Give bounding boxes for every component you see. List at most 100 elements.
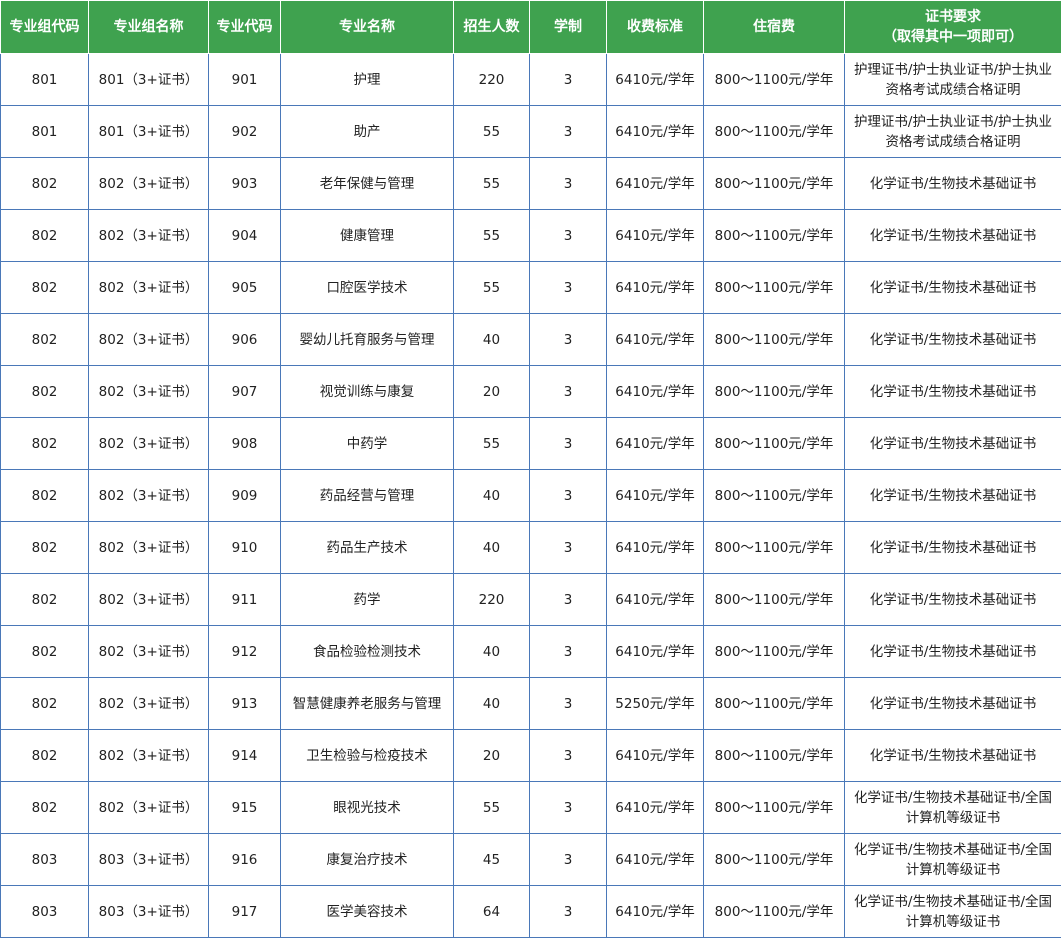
cell-duration: 3 — [530, 418, 607, 470]
cell-major-code: 914 — [209, 730, 281, 782]
cell-major-code: 903 — [209, 158, 281, 210]
header-cert-title: 证书要求 — [847, 7, 1059, 27]
table-row: 802802（3+证书）914卫生检验与检疫技术2036410元/学年800～1… — [1, 730, 1061, 782]
cell-lodging: 800～1100元/学年 — [704, 886, 845, 938]
cell-duration: 3 — [530, 626, 607, 678]
cell-cert: 化学证书/生物技术基础证书 — [845, 522, 1061, 574]
cell-group-name: 802（3+证书） — [89, 418, 209, 470]
table-row: 801801（3+证书）901护理22036410元/学年800～1100元/学… — [1, 54, 1061, 106]
cell-major-code: 906 — [209, 314, 281, 366]
cell-tuition: 6410元/学年 — [607, 366, 704, 418]
table-row: 802802（3+证书）903老年保健与管理5536410元/学年800～110… — [1, 158, 1061, 210]
cell-cert: 护理证书/护士执业证书/护士执业资格考试成绩合格证明 — [845, 54, 1061, 106]
cell-duration: 3 — [530, 730, 607, 782]
cell-duration: 3 — [530, 782, 607, 834]
table-row: 802802（3+证书）913智慧健康养老服务与管理4035250元/学年800… — [1, 678, 1061, 730]
cell-major-code: 913 — [209, 678, 281, 730]
cell-enrollment: 40 — [454, 314, 530, 366]
cell-major-code: 910 — [209, 522, 281, 574]
header-lodging: 住宿费 — [704, 1, 845, 54]
cell-enrollment: 40 — [454, 470, 530, 522]
header-group-name: 专业组名称 — [89, 1, 209, 54]
cell-tuition: 6410元/学年 — [607, 158, 704, 210]
cell-cert: 化学证书/生物技术基础证书 — [845, 470, 1061, 522]
cell-duration: 3 — [530, 678, 607, 730]
cell-cert: 化学证书/生物技术基础证书 — [845, 730, 1061, 782]
table-row: 802802（3+证书）909药品经营与管理4036410元/学年800～110… — [1, 470, 1061, 522]
cell-major-name: 卫生检验与检疫技术 — [281, 730, 454, 782]
cell-major-code: 909 — [209, 470, 281, 522]
cell-group-name: 801（3+证书） — [89, 54, 209, 106]
cell-major-name: 婴幼儿托育服务与管理 — [281, 314, 454, 366]
cell-duration: 3 — [530, 106, 607, 158]
cell-group-code: 802 — [1, 730, 89, 782]
cell-lodging: 800～1100元/学年 — [704, 158, 845, 210]
cell-group-code: 801 — [1, 106, 89, 158]
header-cert-note: （取得其中一项即可） — [847, 27, 1059, 47]
cell-group-name: 802（3+证书） — [89, 158, 209, 210]
cell-tuition: 6410元/学年 — [607, 106, 704, 158]
cell-major-name: 医学美容技术 — [281, 886, 454, 938]
table-row: 802802（3+证书）912食品检验检测技术4036410元/学年800～11… — [1, 626, 1061, 678]
cell-cert: 化学证书/生物技术基础证书 — [845, 626, 1061, 678]
cell-group-name: 802（3+证书） — [89, 210, 209, 262]
header-tuition: 收费标准 — [607, 1, 704, 54]
cell-major-code: 911 — [209, 574, 281, 626]
cell-cert: 化学证书/生物技术基础证书 — [845, 210, 1061, 262]
cell-tuition: 6410元/学年 — [607, 834, 704, 886]
cell-major-code: 915 — [209, 782, 281, 834]
cell-enrollment: 20 — [454, 730, 530, 782]
header-group-code: 专业组代码 — [1, 1, 89, 54]
cell-cert: 护理证书/护士执业证书/护士执业资格考试成绩合格证明 — [845, 106, 1061, 158]
cell-group-code: 802 — [1, 210, 89, 262]
cell-group-name: 802（3+证书） — [89, 574, 209, 626]
cell-major-name: 护理 — [281, 54, 454, 106]
cell-enrollment: 220 — [454, 54, 530, 106]
cell-cert: 化学证书/生物技术基础证书/全国计算机等级证书 — [845, 834, 1061, 886]
cell-tuition: 6410元/学年 — [607, 470, 704, 522]
cell-major-code: 916 — [209, 834, 281, 886]
cell-duration: 3 — [530, 366, 607, 418]
cell-cert: 化学证书/生物技术基础证书 — [845, 314, 1061, 366]
table-row: 802802（3+证书）907视觉训练与康复2036410元/学年800～110… — [1, 366, 1061, 418]
cell-group-code: 803 — [1, 886, 89, 938]
cell-tuition: 6410元/学年 — [607, 782, 704, 834]
table-row: 802802（3+证书）911药学22036410元/学年800～1100元/学… — [1, 574, 1061, 626]
cell-tuition: 6410元/学年 — [607, 262, 704, 314]
cell-group-code: 802 — [1, 574, 89, 626]
cell-group-name: 802（3+证书） — [89, 314, 209, 366]
table-row: 802802（3+证书）908中药学5536410元/学年800～1100元/学… — [1, 418, 1061, 470]
enrollment-table: 专业组代码 专业组名称 专业代码 专业名称 招生人数 学制 收费标准 住宿费 证… — [0, 0, 1061, 938]
cell-cert: 化学证书/生物技术基础证书/全国计算机等级证书 — [845, 782, 1061, 834]
cell-tuition: 5250元/学年 — [607, 678, 704, 730]
cell-enrollment: 55 — [454, 106, 530, 158]
cell-major-name: 口腔医学技术 — [281, 262, 454, 314]
cell-lodging: 800～1100元/学年 — [704, 54, 845, 106]
cell-duration: 3 — [530, 158, 607, 210]
cell-lodging: 800～1100元/学年 — [704, 730, 845, 782]
cell-enrollment: 45 — [454, 834, 530, 886]
cell-group-name: 802（3+证书） — [89, 366, 209, 418]
cell-major-name: 视觉训练与康复 — [281, 366, 454, 418]
table-row: 803803（3+证书）917医学美容技术6436410元/学年800～1100… — [1, 886, 1061, 938]
cell-enrollment: 20 — [454, 366, 530, 418]
cell-major-name: 药学 — [281, 574, 454, 626]
cell-major-name: 眼视光技术 — [281, 782, 454, 834]
header-enrollment: 招生人数 — [454, 1, 530, 54]
cell-cert: 化学证书/生物技术基础证书 — [845, 158, 1061, 210]
cell-group-code: 802 — [1, 418, 89, 470]
cell-duration: 3 — [530, 314, 607, 366]
cell-group-code: 801 — [1, 54, 89, 106]
cell-enrollment: 64 — [454, 886, 530, 938]
cell-duration: 3 — [530, 574, 607, 626]
cell-enrollment: 55 — [454, 782, 530, 834]
cell-group-code: 802 — [1, 158, 89, 210]
table-row: 802802（3+证书）906婴幼儿托育服务与管理4036410元/学年800～… — [1, 314, 1061, 366]
cell-group-code: 802 — [1, 470, 89, 522]
cell-major-code: 904 — [209, 210, 281, 262]
cell-major-code: 908 — [209, 418, 281, 470]
cell-group-name: 802（3+证书） — [89, 730, 209, 782]
cell-enrollment: 40 — [454, 522, 530, 574]
cell-duration: 3 — [530, 886, 607, 938]
table-body: 801801（3+证书）901护理22036410元/学年800～1100元/学… — [1, 54, 1061, 938]
